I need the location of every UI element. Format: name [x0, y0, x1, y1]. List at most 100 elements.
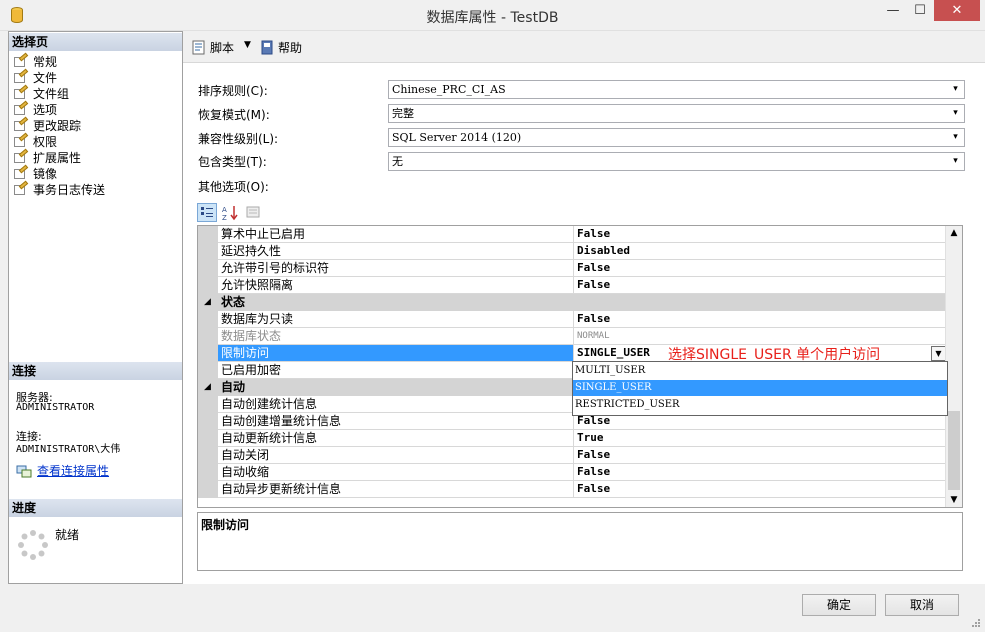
maximize-button[interactable]: ☐: [907, 0, 933, 21]
page-item-mirroring[interactable]: 镜像: [13, 164, 105, 182]
grid-category-state[interactable]: ◢ 状态: [198, 294, 947, 311]
containment-type-label: 包含类型(T):: [198, 155, 267, 169]
page-icon: [13, 180, 29, 197]
property-value[interactable]: False: [574, 447, 947, 464]
property-name: 自动异步更新统计信息: [218, 481, 574, 498]
property-name: 允许带引号的标识符: [218, 260, 574, 277]
grid-row-auto-shrink[interactable]: 自动收缩 False: [198, 464, 947, 481]
grid-row-auto-update-stats-async[interactable]: 自动异步更新统计信息 False: [198, 481, 947, 498]
compatibility-level-label: 兼容性级别(L):: [198, 132, 279, 146]
view-connection-properties-link[interactable]: 查看连接属性: [37, 462, 109, 479]
property-name: 允许快照隔离: [218, 277, 574, 294]
dialog-button-bar: 确定 取消: [0, 584, 985, 632]
collapse-triangle-icon[interactable]: ◢: [204, 379, 211, 396]
chevron-down-icon[interactable]: ▾: [947, 129, 964, 146]
property-name: 算术中止已启用: [218, 226, 574, 243]
scroll-down-icon[interactable]: ▼: [946, 495, 962, 505]
page-item-permissions[interactable]: 权限: [13, 132, 105, 150]
property-value[interactable]: Disabled: [574, 243, 947, 260]
script-dropdown-chevron-down-icon[interactable]: ▼: [244, 40, 251, 50]
page-item-general[interactable]: 常规: [13, 52, 105, 70]
svg-text:Z: Z: [222, 214, 227, 221]
connection-value: ADMINISTRATOR\大伟: [16, 444, 121, 455]
title-bar: 数据库属性 - TestDB — ☐ ✕: [0, 0, 985, 31]
chevron-down-icon[interactable]: ▾: [947, 153, 964, 170]
chevron-down-icon[interactable]: ▾: [947, 105, 964, 122]
grid-row-auto-close[interactable]: 自动关闭 False: [198, 447, 947, 464]
grid-row-auto-update-stats[interactable]: 自动更新统计信息 True: [198, 430, 947, 447]
page-list: 常规 文件 文件组 选项 更改跟踪 权限 扩展属性 镜像 事务日志传送: [13, 52, 105, 198]
containment-type-value: 无: [392, 155, 403, 168]
collation-value: Chinese_PRC_CI_AS: [392, 83, 506, 96]
close-button[interactable]: ✕: [934, 0, 980, 21]
containment-type-select[interactable]: 无 ▾: [388, 152, 965, 171]
compatibility-level-select[interactable]: SQL Server 2014 (120) ▾: [388, 128, 965, 147]
property-pages-icon[interactable]: [243, 203, 263, 222]
property-name: 限制访问: [218, 345, 574, 362]
help-label: 帮助: [278, 41, 303, 55]
property-value[interactable]: False: [574, 311, 947, 328]
restrict-access-dropdown-button[interactable]: ▼: [931, 346, 946, 361]
dropdown-option-multi-user[interactable]: MULTI_USER: [573, 363, 947, 379]
grid-row-delayed-durability[interactable]: 延迟持久性 Disabled: [198, 243, 947, 260]
property-value[interactable]: False: [574, 226, 947, 243]
scroll-up-icon[interactable]: ▲: [946, 228, 962, 238]
view-connection-properties[interactable]: 查看连接属性: [16, 462, 109, 479]
page-item-label: 文件组: [33, 87, 70, 101]
page-item-label: 更改跟踪: [33, 119, 82, 133]
resize-grip-icon[interactable]: [971, 618, 981, 628]
sort-alphabetical-icon[interactable]: AZ: [220, 203, 240, 222]
property-name: 自动关闭: [218, 447, 574, 464]
minimize-button[interactable]: —: [880, 0, 906, 21]
grid-row-snapshot-isolation[interactable]: 允许快照隔离 False: [198, 277, 947, 294]
property-description-panel: 限制访问: [197, 512, 963, 571]
collapse-triangle-icon[interactable]: ◢: [204, 294, 211, 311]
property-value[interactable]: False: [574, 277, 947, 294]
compatibility-level-value: SQL Server 2014 (120): [392, 131, 522, 144]
page-icon: [13, 164, 29, 181]
page-item-change-tracking[interactable]: 更改跟踪: [13, 116, 105, 134]
grid-row-read-only[interactable]: 数据库为只读 False: [198, 311, 947, 328]
page-item-files[interactable]: 文件: [13, 68, 105, 86]
page-item-label: 权限: [33, 135, 58, 149]
dropdown-option-restricted-user[interactable]: RESTRICTED_USER: [573, 397, 947, 413]
categorized-view-icon[interactable]: [197, 202, 217, 222]
recovery-model-label: 恢复模式(M):: [198, 108, 270, 122]
property-value[interactable]: True: [574, 430, 947, 447]
grid-row-arithabort[interactable]: 算术中止已启用 False: [198, 226, 947, 243]
page-item-label: 扩展属性: [33, 151, 82, 165]
recovery-model-select[interactable]: 完整 ▾: [388, 104, 965, 123]
script-label: 脚本: [210, 41, 235, 55]
scroll-thumb[interactable]: [948, 411, 960, 490]
page-item-extended-properties[interactable]: 扩展属性: [13, 148, 105, 166]
page-icon: [13, 148, 29, 165]
property-value[interactable]: False: [574, 481, 947, 498]
page-item-label: 选项: [33, 103, 58, 117]
chevron-down-icon[interactable]: ▾: [947, 81, 964, 98]
property-name: 自动收缩: [218, 464, 574, 481]
property-value[interactable]: False: [574, 464, 947, 481]
page-item-filegroups[interactable]: 文件组: [13, 84, 105, 102]
category-name: 状态: [221, 295, 246, 309]
toolbar: 脚本 ▼ 帮助: [183, 31, 985, 63]
page-icon: [13, 132, 29, 149]
script-button[interactable]: 脚本: [192, 39, 234, 56]
grid-row-database-state: 数据库状态 NORMAL: [198, 328, 947, 345]
options-page: 排序规则(C): Chinese_PRC_CI_AS ▾ 恢复模式(M): 完整 ▾…: [183, 63, 985, 584]
help-button[interactable]: 帮助: [260, 39, 302, 56]
property-description-title: 限制访问: [201, 518, 250, 532]
ok-button[interactable]: 确定: [802, 594, 876, 616]
property-value[interactable]: False: [574, 260, 947, 277]
property-grid: 算术中止已启用 False 延迟持久性 Disabled 允许带引号的标识符 Fals…: [197, 225, 963, 508]
property-name: 自动更新统计信息: [218, 430, 574, 447]
page-item-options[interactable]: 选项: [13, 100, 105, 118]
collation-select[interactable]: Chinese_PRC_CI_AS ▾: [388, 80, 965, 99]
grid-row-quoted-identifier[interactable]: 允许带引号的标识符 False: [198, 260, 947, 277]
dropdown-option-single-user[interactable]: SINGLE_USER: [573, 380, 947, 396]
progress-header: 进度: [9, 499, 182, 517]
property-grid-toolbar: AZ: [197, 202, 266, 222]
cancel-button[interactable]: 取消: [885, 594, 959, 616]
page-item-log-shipping[interactable]: 事务日志传送: [13, 180, 105, 198]
connection-properties-icon: [16, 464, 32, 478]
category-name: 自动: [221, 380, 246, 394]
